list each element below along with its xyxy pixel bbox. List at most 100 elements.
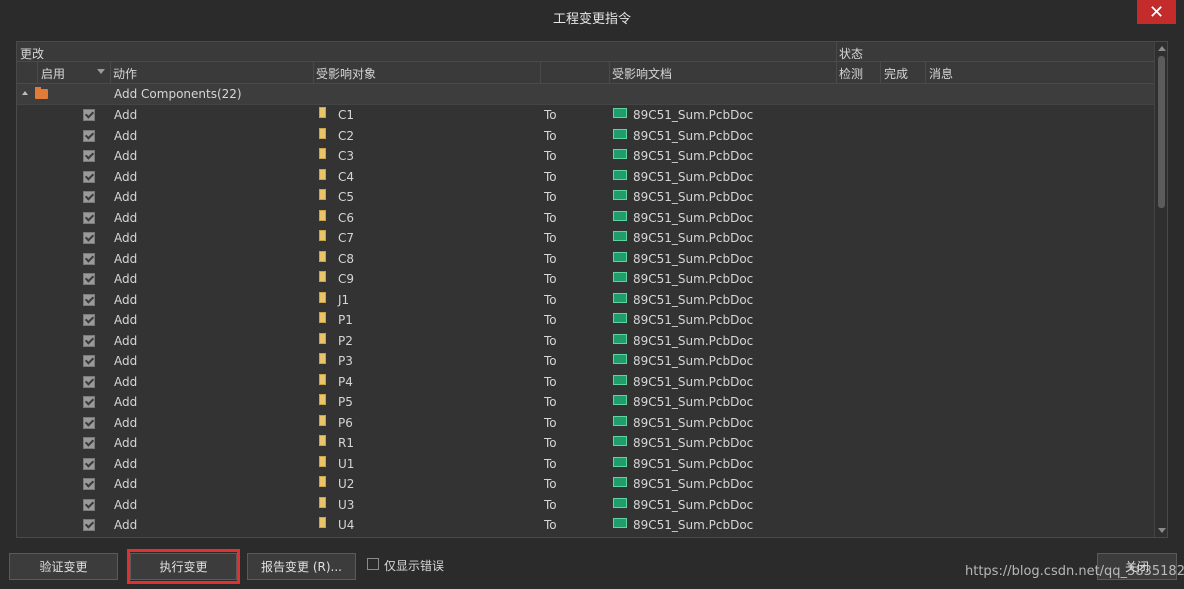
col-header-check[interactable]: 检测 xyxy=(839,65,863,82)
component-icon xyxy=(319,291,326,303)
table-row[interactable]: Add C5 To 89C51_Sum.PcbDoc xyxy=(17,187,1155,208)
enable-checkbox[interactable] xyxy=(83,334,95,347)
pcb-document-icon xyxy=(613,149,627,159)
table-row[interactable]: Add C4 To 89C51_Sum.PcbDoc xyxy=(17,167,1155,188)
enable-checkbox[interactable] xyxy=(83,355,95,367)
affected-document-cell: 89C51_Sum.PcbDoc xyxy=(633,415,754,430)
table-row[interactable]: Add P1 To 89C51_Sum.PcbDoc xyxy=(17,310,1155,331)
action-cell: Add xyxy=(114,395,138,409)
enable-checkbox[interactable] xyxy=(83,375,95,388)
enable-checkbox[interactable] xyxy=(83,498,95,511)
table-row[interactable]: Add C3 To 89C51_Sum.PcbDoc xyxy=(17,146,1155,167)
enable-checkbox[interactable] xyxy=(83,232,95,244)
to-cell: To xyxy=(544,169,557,184)
table-row[interactable]: Add C2 To 89C51_Sum.PcbDoc xyxy=(17,126,1155,147)
table-row[interactable]: Add U4 To 89C51_Sum.PcbDoc xyxy=(17,515,1155,536)
col-header-enable[interactable]: 启用 xyxy=(41,65,65,82)
group-header-changes: 更改 xyxy=(20,47,45,61)
enable-checkbox[interactable] xyxy=(83,252,95,265)
only-errors-checkbox[interactable] xyxy=(367,558,379,570)
table-row[interactable]: Add U1 To 89C51_Sum.PcbDoc xyxy=(17,454,1155,475)
report-changes-button[interactable]: 报告变更 (R)... xyxy=(247,553,356,580)
table-row[interactable]: Add C8 To 89C51_Sum.PcbDoc xyxy=(17,249,1155,270)
col-header-action[interactable]: 动作 xyxy=(113,65,137,82)
table-row[interactable]: Add U2 To 89C51_Sum.PcbDoc xyxy=(17,474,1155,495)
pcb-document-icon xyxy=(613,210,627,221)
pcb-document-icon xyxy=(613,251,627,262)
table-row[interactable]: Add J1 To 89C51_Sum.PcbDoc xyxy=(17,290,1155,311)
col-header-done[interactable]: 完成 xyxy=(884,65,908,82)
enable-checkbox[interactable] xyxy=(83,416,95,429)
enable-checkbox[interactable] xyxy=(83,129,95,142)
enable-checkbox[interactable] xyxy=(83,314,95,326)
enable-checkbox[interactable] xyxy=(83,519,95,531)
affected-object-cell: C7 xyxy=(338,231,355,245)
enable-checkbox[interactable] xyxy=(83,478,95,490)
affected-document-cell: 89C51_Sum.PcbDoc xyxy=(633,169,754,184)
to-cell: To xyxy=(544,149,557,163)
component-icon xyxy=(319,127,326,139)
pcb-document-icon xyxy=(613,456,627,467)
table-row[interactable]: Add C9 To 89C51_Sum.PcbDoc xyxy=(17,269,1155,290)
pcb-document-icon xyxy=(613,415,627,426)
affected-document-cell: 89C51_Sum.PcbDoc xyxy=(633,436,754,450)
validate-changes-button[interactable]: 验证变更 xyxy=(9,553,118,580)
enable-checkbox[interactable] xyxy=(83,211,95,224)
scroll-down-arrow-icon[interactable] xyxy=(1158,528,1166,533)
table-row[interactable]: Add R1 To 89C51_Sum.PcbDoc xyxy=(17,433,1155,454)
affected-document-cell: 89C51_Sum.PcbDoc xyxy=(633,497,754,512)
enable-checkbox[interactable] xyxy=(83,437,95,449)
affected-document-cell: 89C51_Sum.PcbDoc xyxy=(633,128,754,143)
action-cell: Add xyxy=(114,518,138,532)
pcb-document-icon xyxy=(613,108,627,118)
column-header-row: 启用 动作 受影响对象 受影响文档 检测 完成 消息 xyxy=(17,62,1155,84)
affected-object-cell: J1 xyxy=(338,292,350,307)
enable-checkbox[interactable] xyxy=(83,457,95,470)
enable-checkbox[interactable] xyxy=(83,170,95,183)
affected-object-cell: U1 xyxy=(338,456,355,471)
pcb-document-icon xyxy=(613,272,627,282)
to-cell: To xyxy=(544,374,557,389)
table-row[interactable]: Add C6 To 89C51_Sum.PcbDoc xyxy=(17,208,1155,229)
enable-checkbox[interactable] xyxy=(83,150,95,162)
affected-object-cell: C2 xyxy=(338,128,355,143)
affected-document-cell: 89C51_Sum.PcbDoc xyxy=(633,251,754,266)
table-row[interactable]: Add U3 To 89C51_Sum.PcbDoc xyxy=(17,495,1155,516)
to-cell: To xyxy=(544,190,557,204)
table-row[interactable]: Add P6 To 89C51_Sum.PcbDoc xyxy=(17,413,1155,434)
scroll-up-arrow-icon[interactable] xyxy=(1158,46,1166,51)
pcb-document-icon xyxy=(613,292,627,303)
collapse-arrow-icon[interactable] xyxy=(22,91,28,95)
affected-object-cell: P1 xyxy=(338,313,353,327)
group-row-add-components[interactable]: Add Components(22) xyxy=(17,84,1155,105)
affected-object-cell: P3 xyxy=(338,354,353,368)
to-cell: To xyxy=(544,128,557,143)
table-row[interactable]: Add P3 To 89C51_Sum.PcbDoc xyxy=(17,351,1155,372)
col-header-message[interactable]: 消息 xyxy=(929,65,953,82)
table-row[interactable]: Add P5 To 89C51_Sum.PcbDoc xyxy=(17,392,1155,413)
scrollbar-thumb[interactable] xyxy=(1158,56,1165,208)
table-row[interactable]: Add P2 To 89C51_Sum.PcbDoc xyxy=(17,331,1155,352)
affected-object-cell: U4 xyxy=(338,518,355,532)
enable-checkbox[interactable] xyxy=(83,191,95,203)
table-row[interactable]: Add C1 To 89C51_Sum.PcbDoc xyxy=(17,105,1155,126)
change-rows: Add Components(22) Add C1 To 89C51_Sum.PcbD… xyxy=(17,84,1155,536)
enable-checkbox[interactable] xyxy=(83,396,95,408)
pcb-document-icon xyxy=(613,313,627,323)
window-close-button[interactable]: ✕ xyxy=(1137,0,1176,24)
sort-dropdown-icon[interactable] xyxy=(97,69,105,74)
component-icon xyxy=(319,476,326,487)
enable-checkbox[interactable] xyxy=(83,293,95,306)
vertical-scrollbar[interactable] xyxy=(1154,42,1167,537)
col-header-affected-object[interactable]: 受影响对象 xyxy=(316,65,376,82)
col-header-affected-document[interactable]: 受影响文档 xyxy=(612,65,672,82)
table-row[interactable]: Add C7 To 89C51_Sum.PcbDoc xyxy=(17,228,1155,249)
table-row[interactable]: Add P4 To 89C51_Sum.PcbDoc xyxy=(17,372,1155,393)
enable-checkbox[interactable] xyxy=(83,273,95,285)
component-icon xyxy=(319,414,326,426)
component-icon xyxy=(319,455,326,467)
component-icon xyxy=(319,230,326,241)
affected-document-cell: 89C51_Sum.PcbDoc xyxy=(633,477,754,491)
component-icon xyxy=(319,189,326,200)
enable-checkbox[interactable] xyxy=(83,109,95,121)
